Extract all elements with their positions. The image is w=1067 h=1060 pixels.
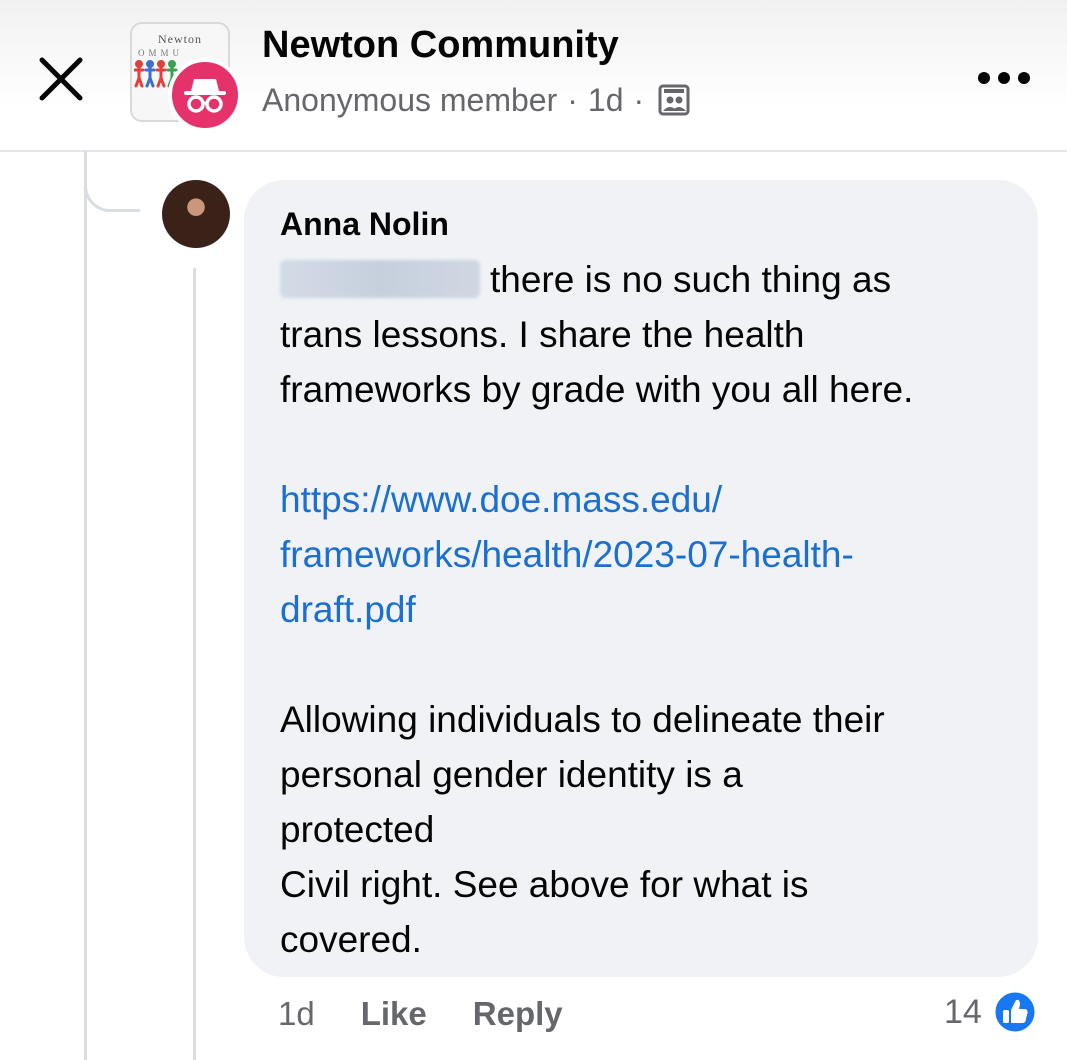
comment-author[interactable]: Anna Nolin [280, 202, 1008, 246]
post-comment-view: Newton OMMU Newton Community Anonymous m… [0, 0, 1067, 1060]
reply-thread-line [193, 268, 196, 1060]
group-logo-text: Newton [158, 32, 202, 46]
incognito-icon [184, 79, 226, 113]
comment-actions: 1d Like Reply [278, 990, 563, 1038]
group-logo-subtext: OMMU [138, 48, 184, 58]
reaction-summary[interactable]: 14 [944, 988, 1038, 1036]
group-audience-icon[interactable] [658, 84, 690, 116]
reaction-count: 14 [944, 992, 982, 1031]
post-header: Newton OMMU Newton Community Anonymous m… [0, 0, 1067, 152]
post-time[interactable]: 1d [588, 82, 624, 119]
link-line[interactable]: https://www.doe.mass.edu/ [280, 479, 722, 520]
post-meta: Anonymous member · 1d · [262, 80, 690, 120]
more-options-icon [978, 72, 1030, 84]
group-name[interactable]: Newton Community [262, 24, 619, 67]
comment-paragraph-2: Allowing individuals to delineate their … [280, 692, 1008, 967]
like-button[interactable]: Like [361, 995, 427, 1033]
author-label: Anonymous member [262, 81, 558, 118]
comment-time[interactable]: 1d [278, 995, 315, 1033]
avatar[interactable] [162, 180, 230, 248]
comment-line: covered. [280, 919, 422, 960]
mention-redacted[interactable] [280, 260, 480, 298]
reply-button[interactable]: Reply [473, 995, 563, 1033]
anonymous-badge [168, 58, 242, 132]
comment-line: frameworks by grade with you all here. [280, 369, 914, 410]
comment-body: there is no such thing as trans lessons.… [280, 252, 1008, 967]
link-line[interactable]: frameworks/health/2023-07-health- [280, 534, 854, 575]
thread-line [84, 150, 87, 1060]
more-options-button[interactable] [972, 56, 1036, 100]
comment-line: trans lessons. I share the health [280, 314, 805, 355]
meta-separator-2: · [633, 81, 645, 118]
comment-link[interactable]: https://www.doe.mass.edu/ frameworks/hea… [280, 472, 1008, 637]
comment-bubble: Anna Nolin there is no such thing as tra… [244, 180, 1038, 977]
like-reaction-icon [992, 989, 1038, 1035]
comment-line: personal gender identity is a [280, 754, 743, 795]
link-line[interactable]: draft.pdf [280, 589, 416, 630]
thread-connector [84, 150, 140, 212]
comment-line: there is no such thing as [490, 259, 892, 300]
comment-line: Civil right. See above for what is [280, 864, 809, 905]
close-icon [39, 57, 83, 101]
close-button[interactable] [32, 50, 90, 108]
comment-line: Allowing individuals to delineate their [280, 699, 885, 740]
comment-line: protected [280, 809, 435, 850]
comment-paragraph-1: there is no such thing as trans lessons.… [280, 252, 1008, 417]
meta-separator: · [567, 81, 578, 118]
